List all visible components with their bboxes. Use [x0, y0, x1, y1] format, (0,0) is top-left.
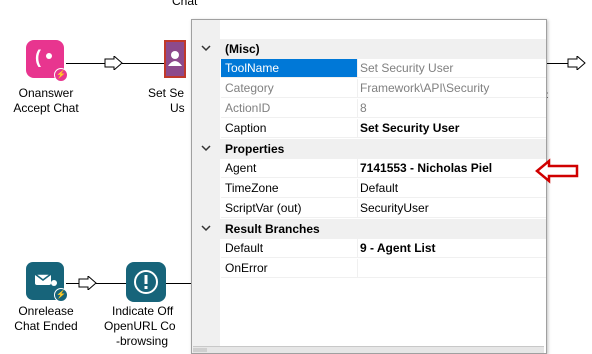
node-label-line: Onrelease [18, 304, 74, 318]
scrollbar-thumb[interactable] [193, 348, 207, 352]
lightning-badge-icon: ⚡ [54, 288, 68, 302]
connector-line [546, 63, 568, 64]
node-label: Onrelease Chat Ended [6, 304, 86, 334]
property-row-timezone[interactable]: TimeZone Default [192, 179, 546, 199]
collapse-chevron-icon[interactable] [201, 143, 211, 153]
node-label-line: Chat Ended [14, 319, 78, 333]
property-value[interactable]: 7141553 - Nicholas Piel [358, 159, 546, 178]
category-result-branches[interactable]: Result Branches [192, 219, 546, 239]
property-value[interactable]: Default [358, 179, 546, 198]
node-label-line: Us [170, 101, 185, 115]
connector-arrow-icon [78, 276, 97, 290]
property-name: ScriptVar (out) [221, 199, 358, 218]
property-name: Category [221, 79, 358, 98]
property-name: TimeZone [221, 179, 358, 198]
lightning-badge-icon: ⚡ [54, 68, 68, 82]
category-title: Properties [225, 142, 285, 156]
node-label-line: Set Se [148, 86, 185, 100]
connector-line [66, 63, 106, 64]
node-label: Set Se Us [148, 86, 185, 116]
property-value: Framework\API\Security [358, 79, 546, 98]
node-indicate-off-openurl[interactable] [126, 262, 166, 302]
property-name: OnError [221, 259, 358, 278]
property-row-category[interactable]: Category Framework\API\Security [192, 79, 546, 99]
property-name: Agent [221, 159, 358, 178]
connector-arrow-icon [567, 56, 586, 70]
property-name: Default [221, 239, 358, 258]
category-misc[interactable]: (Misc) [192, 39, 546, 59]
node-onanswer-accept-chat[interactable]: ( ⚡ [26, 40, 68, 82]
node-label-line: -browsing [116, 334, 169, 348]
category-properties[interactable]: Properties [192, 139, 546, 159]
property-row-default[interactable]: Default 9 - Agent List [192, 239, 546, 259]
connector-line [96, 283, 126, 284]
node-label: Onanswer Accept Chat [6, 86, 86, 116]
property-name: ToolName [221, 59, 358, 78]
connector-line [122, 63, 164, 64]
property-row-toolname[interactable]: ToolName Set Security User [192, 59, 546, 79]
node-label-line: OpenURL Co [104, 319, 176, 333]
collapse-chevron-icon[interactable] [201, 43, 211, 53]
property-row-scriptvar[interactable]: ScriptVar (out) SecurityUser [192, 199, 546, 219]
chat-end-icon [34, 273, 57, 286]
category-title: Result Branches [225, 222, 320, 236]
alert-icon [134, 270, 158, 294]
property-value[interactable]: Set Security User [358, 119, 546, 138]
property-grid[interactable]: (Misc) ToolName Set Security User Catego… [191, 19, 547, 354]
connector-arrow-icon [104, 56, 123, 70]
collapse-chevron-icon[interactable] [201, 223, 211, 233]
node-label-line: Accept Chat [13, 101, 79, 115]
category-title: (Misc) [225, 42, 260, 56]
property-value: Set Security User [358, 59, 546, 78]
partial-node-label: Chat [172, 0, 198, 8]
node-label: Indicate Off OpenURL Co -browsing [104, 304, 176, 349]
property-row-actionid[interactable]: ActionID 8 [192, 99, 546, 119]
node-label-line: Onanswer [18, 86, 74, 100]
property-row-agent[interactable]: Agent 7141553 - Nicholas Piel [192, 159, 546, 179]
property-value: 8 [358, 99, 546, 118]
property-value[interactable]: 9 - Agent List [358, 239, 546, 258]
chat-dot-icon [46, 53, 52, 59]
node-onrelease-chat-ended[interactable]: ⚡ [26, 262, 68, 302]
property-value[interactable]: SecurityUser [358, 199, 546, 218]
red-arrow-left-icon [535, 158, 579, 184]
property-row-onerror[interactable]: OnError [192, 259, 546, 279]
node-set-security-user[interactable] [164, 40, 186, 78]
property-name: ActionID [221, 99, 358, 118]
property-value[interactable] [358, 259, 546, 278]
property-row-caption[interactable]: Caption Set Security User [192, 119, 546, 139]
connector-line [166, 283, 191, 284]
chat-phone-icon: ( [35, 47, 41, 67]
node-label-line: Indicate Off [112, 304, 174, 318]
property-name: Caption [221, 119, 358, 138]
user-icon [168, 51, 182, 66]
